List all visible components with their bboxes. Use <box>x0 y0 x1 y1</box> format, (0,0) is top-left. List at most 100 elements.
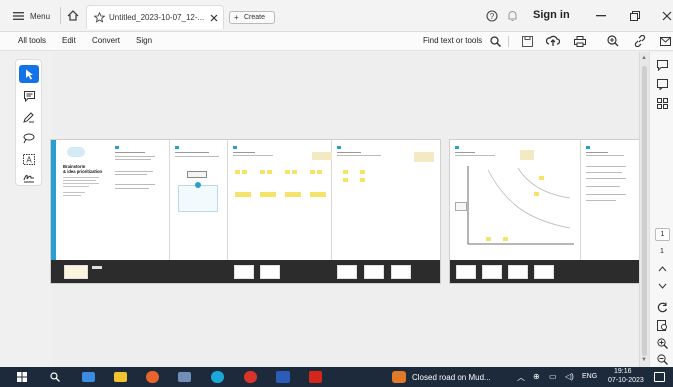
save-icon[interactable] <box>522 36 533 47</box>
thumbnail[interactable] <box>482 265 502 279</box>
edge-icon[interactable] <box>211 371 224 383</box>
prioritization-matrix <box>467 166 574 245</box>
scroll-down-icon[interactable]: ▼ <box>641 357 647 363</box>
thumbnail[interactable] <box>337 265 357 279</box>
notification-center-icon[interactable] <box>654 372 665 382</box>
sticky-note <box>534 192 539 196</box>
board-title-line2: & idea prioritization <box>63 169 103 174</box>
firefox-icon[interactable] <box>146 371 159 383</box>
menu-button[interactable]: Menu <box>30 12 50 21</box>
file-explorer-icon[interactable] <box>114 372 127 382</box>
windows-taskbar: Closed road on Mud... ︿ ⊕ ▭ ◁) ENG 19:16… <box>0 367 673 387</box>
text-line <box>337 155 381 156</box>
star-icon[interactable] <box>94 12 105 23</box>
sticky-note <box>242 170 247 174</box>
thumbnail-strip-left <box>51 260 440 283</box>
help-icon[interactable]: ? <box>486 10 498 22</box>
search-zoom-icon[interactable] <box>607 35 619 47</box>
intro-logo <box>67 147 85 157</box>
minimize-icon[interactable] <box>596 15 606 17</box>
rotate-icon[interactable] <box>657 302 668 313</box>
store-icon[interactable] <box>178 372 191 382</box>
clock-date[interactable]: 07-10-2023 <box>608 377 644 384</box>
pen-tool[interactable] <box>19 108 39 126</box>
zoom-in-icon[interactable] <box>657 338 668 349</box>
print-icon[interactable] <box>574 36 586 47</box>
comment-tool[interactable] <box>19 87 39 105</box>
word-icon[interactable] <box>276 371 290 383</box>
create-button[interactable]: + Create <box>229 11 275 24</box>
frame-2 <box>170 140 228 260</box>
acrobat-icon[interactable] <box>309 371 322 383</box>
select-tool[interactable] <box>19 65 39 83</box>
text-line <box>586 200 616 201</box>
volume-icon[interactable]: ◁) <box>565 372 574 381</box>
divider <box>60 7 61 24</box>
page-number-input[interactable]: 1 <box>655 228 670 241</box>
text-line <box>115 184 155 185</box>
plus-icon: + <box>234 13 239 22</box>
clock-time[interactable]: 19:16 <box>614 368 632 375</box>
text-line <box>233 155 273 156</box>
mail-icon[interactable] <box>660 37 671 46</box>
notifications-icon[interactable] <box>507 10 518 22</box>
find-tools-button[interactable]: Find text or tools <box>423 36 482 45</box>
sticky-note <box>267 170 272 174</box>
task-view-icon[interactable] <box>82 372 95 382</box>
text-line <box>586 155 624 156</box>
shape-lasso-tool[interactable] <box>19 129 39 147</box>
hamburger-menu-icon[interactable] <box>13 12 24 20</box>
thumbnail[interactable] <box>260 265 280 279</box>
text-tool[interactable]: A <box>19 150 39 168</box>
thumbnail[interactable] <box>456 265 476 279</box>
sign-in-button[interactable]: Sign in <box>533 9 570 21</box>
windows-start-icon[interactable] <box>17 372 27 382</box>
thumbnail[interactable] <box>534 265 554 279</box>
fit-page-icon[interactable] <box>657 320 668 331</box>
text-line <box>586 172 622 173</box>
display-icon[interactable]: ▭ <box>549 372 557 381</box>
restore-icon[interactable] <box>630 11 640 21</box>
sticky-note <box>360 178 365 182</box>
right-rail: 1 1 <box>649 52 673 367</box>
menu-all-tools[interactable]: All tools <box>18 36 46 45</box>
thumbnail[interactable] <box>234 265 254 279</box>
menu-edit[interactable]: Edit <box>62 36 76 45</box>
previous-page-icon[interactable] <box>658 266 667 272</box>
pinterest-icon[interactable] <box>244 371 257 383</box>
network-icon[interactable]: ⊕ <box>533 372 540 381</box>
taskbar-search-icon[interactable] <box>50 372 60 382</box>
news-ticker[interactable]: Closed road on Mud... <box>412 373 491 382</box>
sticky-note <box>235 170 240 174</box>
thumbnail[interactable] <box>391 265 411 279</box>
vertical-scrollbar[interactable]: ▲ ▼ <box>639 52 649 367</box>
bookmark-panel-icon[interactable] <box>657 79 668 90</box>
upload-cloud-icon[interactable] <box>546 35 560 47</box>
thumbnail[interactable] <box>64 265 88 279</box>
frame-marker <box>115 146 119 149</box>
thumbnail[interactable] <box>364 265 384 279</box>
signature-tool[interactable] <box>19 168 39 186</box>
scrollbar-thumb[interactable] <box>642 66 647 356</box>
text-line <box>115 171 153 172</box>
tab-title: Untitled_2023-10-07_12-... <box>109 13 205 22</box>
zoom-out-icon[interactable] <box>657 354 668 365</box>
sticky-note <box>360 170 365 174</box>
tab-bar: Menu Untitled_2023-10-07_12-... + Create… <box>0 0 673 32</box>
scroll-up-icon[interactable]: ▲ <box>641 55 647 61</box>
language-indicator[interactable]: ENG <box>582 373 597 380</box>
tray-chevron-icon[interactable]: ︿ <box>517 372 525 383</box>
link-icon[interactable] <box>634 35 646 47</box>
close-window-icon[interactable] <box>662 11 672 21</box>
thumbnails-panel-icon[interactable] <box>657 98 668 109</box>
close-tab-icon[interactable] <box>210 14 218 22</box>
next-page-icon[interactable] <box>658 283 667 289</box>
sticky-note <box>539 176 544 180</box>
document-tab[interactable]: Untitled_2023-10-07_12-... <box>86 5 224 29</box>
search-icon[interactable] <box>490 36 501 47</box>
home-icon[interactable] <box>67 10 79 21</box>
thumbnail[interactable] <box>508 265 528 279</box>
menu-sign[interactable]: Sign <box>136 36 152 45</box>
menu-convert[interactable]: Convert <box>92 36 120 45</box>
comment-panel-icon[interactable] <box>657 60 668 71</box>
